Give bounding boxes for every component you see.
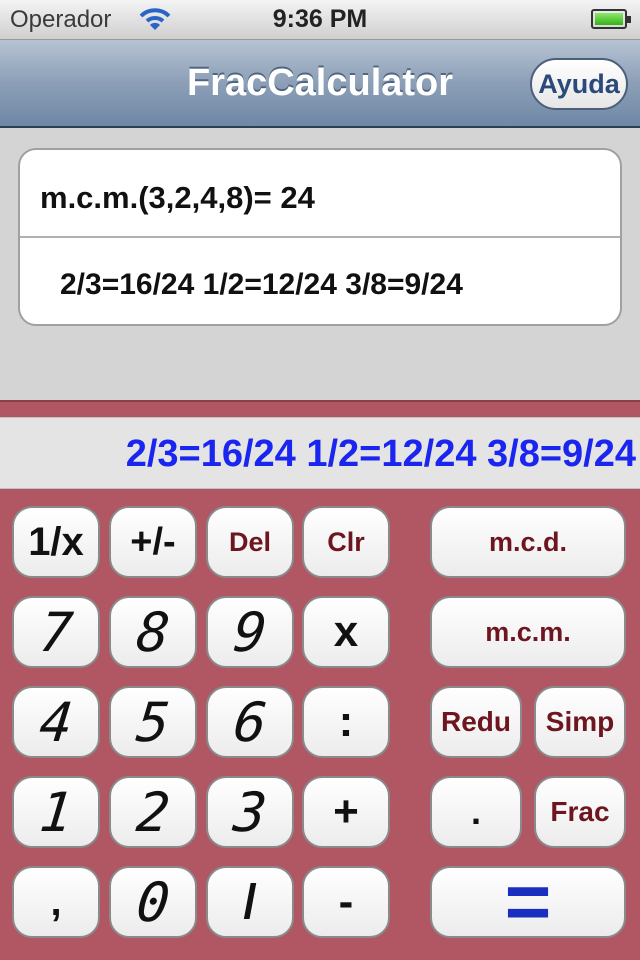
lcm-result: m.c.m.(3,2,4,8)= 24 bbox=[40, 180, 315, 215]
digit-8-label: 8 bbox=[133, 600, 173, 664]
digit-5-button[interactable]: 5 bbox=[109, 686, 197, 758]
gcd-button[interactable]: m.c.d. bbox=[430, 506, 626, 578]
digit-8-button[interactable]: 8 bbox=[109, 596, 197, 668]
equivalent-fractions: 2/3=16/24 1/2=12/24 3/8=9/24 bbox=[60, 268, 463, 301]
digit-7-label: 7 bbox=[36, 600, 76, 664]
slash-button[interactable]: / bbox=[206, 866, 294, 938]
digit-2-button[interactable]: 2 bbox=[109, 776, 197, 848]
digit-0-button[interactable]: 0 bbox=[109, 866, 197, 938]
help-button[interactable]: Ayuda bbox=[530, 58, 628, 110]
digit-3-button[interactable]: 3 bbox=[206, 776, 294, 848]
digit-4-label: 4 bbox=[36, 690, 76, 754]
digit-6-label: 6 bbox=[230, 690, 270, 754]
digit-9-label: 9 bbox=[230, 600, 270, 664]
status-time: 9:36 PM bbox=[272, 5, 368, 33]
digit-9-button[interactable]: 9 bbox=[206, 596, 294, 668]
comma-button[interactable]: , bbox=[12, 866, 100, 938]
navigation-bar: FracCalculator Ayuda bbox=[0, 40, 640, 128]
add-button[interactable]: + bbox=[302, 776, 390, 848]
delete-button[interactable]: Del bbox=[206, 506, 294, 578]
digit-0-label: 0 bbox=[133, 870, 173, 934]
equals-button[interactable]: = bbox=[430, 857, 626, 946]
digit-5-label: 5 bbox=[133, 690, 173, 754]
divide-button[interactable]: : bbox=[302, 686, 390, 758]
fraction-button[interactable]: Frac bbox=[534, 776, 626, 848]
multiply-button[interactable]: x bbox=[302, 596, 390, 668]
subtract-button[interactable]: - bbox=[302, 866, 390, 938]
digit-6-button[interactable]: 6 bbox=[206, 686, 294, 758]
digit-1-label: 1 bbox=[36, 780, 76, 844]
digit-3-label: 3 bbox=[230, 780, 270, 844]
card-divider bbox=[20, 236, 620, 238]
digit-2-label: 2 bbox=[133, 780, 173, 844]
lcm-button[interactable]: m.c.m. bbox=[430, 596, 626, 668]
results-card: m.c.m.(3,2,4,8)= 24 2/3=16/24 1/2=12/24 … bbox=[18, 148, 622, 326]
display-text: 2/3=16/24 1/2=12/24 3/8=9/24 bbox=[125, 433, 636, 475]
battery-icon bbox=[591, 9, 631, 29]
plus-minus-button[interactable]: +/- bbox=[109, 506, 197, 578]
simplify-button[interactable]: Simp bbox=[534, 686, 626, 758]
decimal-point-button[interactable]: . bbox=[430, 776, 522, 848]
digit-7-button[interactable]: 7 bbox=[12, 596, 100, 668]
digit-1-button[interactable]: 1 bbox=[12, 776, 100, 848]
calculator-display: 2/3=16/24 1/2=12/24 3/8=9/24 bbox=[0, 417, 640, 489]
status-bar: Operador 9:36 PM bbox=[0, 0, 640, 40]
clear-button[interactable]: Clr bbox=[302, 506, 390, 578]
reduce-button[interactable]: Redu bbox=[430, 686, 522, 758]
reciprocal-button[interactable]: 1/x bbox=[12, 506, 100, 578]
digit-4-button[interactable]: 4 bbox=[12, 686, 100, 758]
